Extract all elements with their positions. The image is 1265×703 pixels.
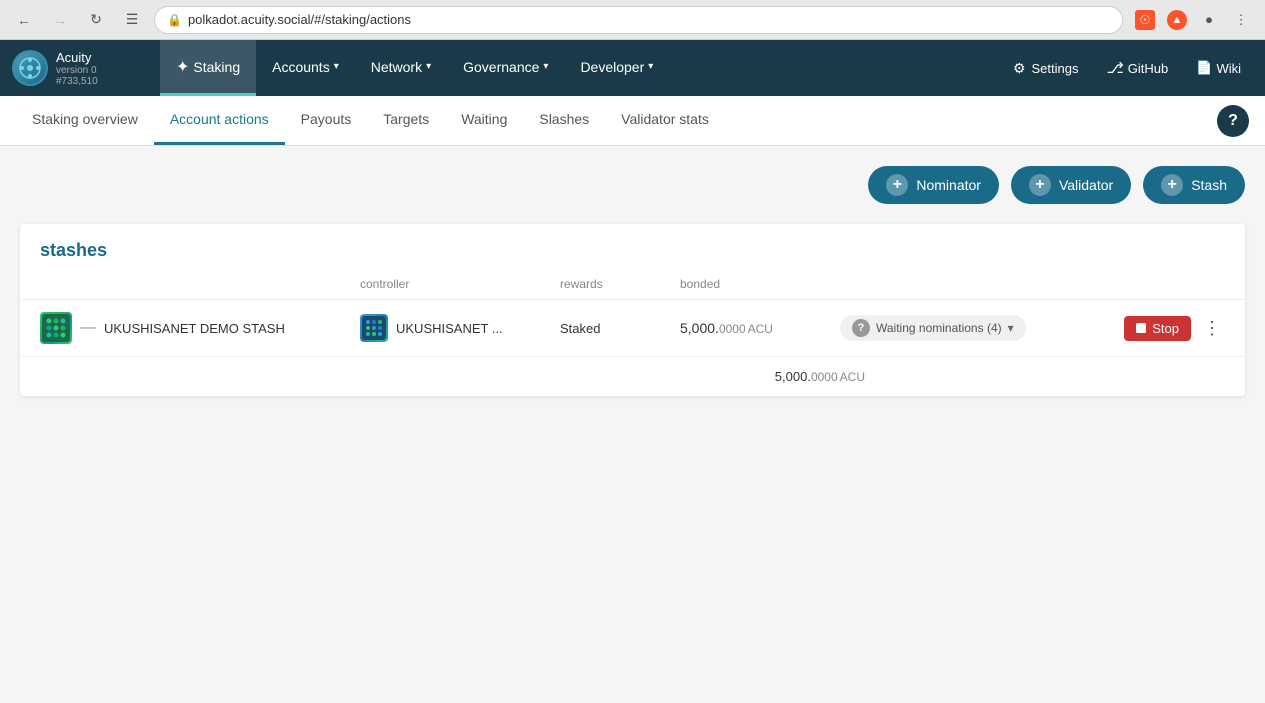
nominator-plus-icon: + xyxy=(886,174,908,196)
total-amount: 5,000.0000ACU xyxy=(775,369,865,384)
col-header-rewards: rewards xyxy=(560,277,680,291)
browser-extensions: ☉ ▲ ● ⋮ xyxy=(1131,6,1255,34)
forward-button[interactable]: → xyxy=(46,6,74,34)
validator-plus-icon: + xyxy=(1029,174,1051,196)
logo-section[interactable]: Acuity version 0 #733,510 xyxy=(0,40,160,96)
stash-dash-icon: — xyxy=(80,319,96,337)
table-row: — UKUSHISANET DEMO STASH xyxy=(20,300,1245,357)
nav-item-staking[interactable]: ✦ Staking xyxy=(160,40,256,96)
logo-icon xyxy=(12,50,48,86)
lock-icon: 🔒 xyxy=(167,13,182,27)
stash-button[interactable]: + Stash xyxy=(1143,166,1245,204)
developer-dropdown-arrow: ▾ xyxy=(648,61,653,72)
nav-links: ⎇ GitHub 📄 Wiki xyxy=(1095,53,1254,83)
validator-button[interactable]: + Validator xyxy=(1011,166,1131,204)
back-button[interactable]: ← xyxy=(10,6,38,34)
settings-gear-icon: ⚙ xyxy=(1013,60,1026,77)
top-nav: Acuity version 0 #733,510 ✦ Staking Acco… xyxy=(0,40,1265,96)
sub-tabs: Staking overview Account actions Payouts… xyxy=(0,96,1265,146)
nav-right: ⚙ Settings ⎇ GitHub 📄 Wiki xyxy=(989,53,1265,83)
url-text: polkadot.acuity.social/#/staking/actions xyxy=(188,12,411,27)
nominator-button[interactable]: + Nominator xyxy=(868,166,999,204)
help-button[interactable]: ? xyxy=(1217,105,1249,137)
wiki-icon: 📄 xyxy=(1196,60,1212,76)
address-bar[interactable]: 🔒 polkadot.acuity.social/#/staking/actio… xyxy=(154,6,1123,34)
tab-validator-stats[interactable]: Validator stats xyxy=(605,96,725,145)
tab-payouts[interactable]: Payouts xyxy=(285,96,368,145)
reload-button[interactable]: ↻ xyxy=(82,6,110,34)
stashes-card: stashes controller rewards bonded xyxy=(20,224,1245,396)
bookmark-button[interactable]: ☰ xyxy=(118,6,146,34)
more-options-button[interactable]: ⋮ xyxy=(1199,314,1225,343)
bonded-amount: 5,000.0000ACU xyxy=(680,320,773,336)
status-expand-icon[interactable]: ▾ xyxy=(1008,321,1014,335)
menu-button[interactable]: ⋮ xyxy=(1227,6,1255,34)
main-content: + Nominator + Validator + Stash stashes … xyxy=(0,146,1265,646)
stashes-title: stashes xyxy=(40,240,1225,261)
status-badge: ? Waiting nominations (4) ▾ xyxy=(840,315,1026,341)
stashes-header: stashes xyxy=(20,224,1245,269)
governance-dropdown-arrow: ▾ xyxy=(543,61,548,72)
stash-name: UKUSHISANET DEMO STASH xyxy=(104,321,285,336)
nav-item-network[interactable]: Network ▾ xyxy=(355,40,447,96)
row-actions: Stop ⋮ xyxy=(1124,314,1225,343)
controller-cell: UKUSHISANET ... xyxy=(360,314,560,342)
rewards-cell: Staked xyxy=(560,321,680,336)
stop-button[interactable]: Stop xyxy=(1124,316,1191,341)
action-buttons: + Nominator + Validator + Stash xyxy=(20,166,1245,204)
tab-account-actions[interactable]: Account actions xyxy=(154,96,285,145)
stash-identicon xyxy=(40,312,72,344)
network-dropdown-arrow: ▾ xyxy=(426,61,431,72)
col-header-bonded: bonded xyxy=(680,277,840,291)
nav-item-governance[interactable]: Governance ▾ xyxy=(447,40,564,96)
tab-waiting[interactable]: Waiting xyxy=(445,96,523,145)
status-cell: ? Waiting nominations (4) ▾ xyxy=(840,315,1124,341)
nav-item-developer[interactable]: Developer ▾ xyxy=(564,40,669,96)
brave-rewards-icon: ▲ xyxy=(1167,10,1187,30)
col-header-status xyxy=(840,277,1125,291)
settings-button[interactable]: ⚙ Settings xyxy=(1001,54,1091,83)
tab-targets[interactable]: Targets xyxy=(367,96,445,145)
stash-identity: — UKUSHISANET DEMO STASH xyxy=(40,312,360,344)
controller-identicon xyxy=(360,314,388,342)
bonded-cell: 5,000.0000ACU xyxy=(680,320,840,336)
brave-shield-icon: ☉ xyxy=(1135,10,1155,30)
nav-items: ✦ Staking Accounts ▾ Network ▾ Governanc… xyxy=(160,40,989,96)
status-help-icon[interactable]: ? xyxy=(852,319,870,337)
total-row: 5,000.0000ACU xyxy=(20,357,1245,396)
status-label: Waiting nominations (4) xyxy=(876,321,1002,335)
github-icon: ⎇ xyxy=(1107,59,1124,77)
col-header-actions xyxy=(1125,277,1225,291)
brave-rewards-button[interactable]: ▲ xyxy=(1163,6,1191,34)
extensions-button[interactable]: ● xyxy=(1195,6,1223,34)
wiki-button[interactable]: 📄 Wiki xyxy=(1184,53,1253,83)
controller-name: UKUSHISANET ... xyxy=(396,321,503,336)
github-button[interactable]: ⎇ GitHub xyxy=(1095,53,1181,83)
stop-icon xyxy=(1136,323,1146,333)
accounts-dropdown-arrow: ▾ xyxy=(334,61,339,72)
browser-chrome: ← → ↻ ☰ 🔒 polkadot.acuity.social/#/staki… xyxy=(0,0,1265,40)
nav-item-accounts[interactable]: Accounts ▾ xyxy=(256,40,355,96)
col-header-controller: controller xyxy=(360,277,560,291)
brave-shield-button[interactable]: ☉ xyxy=(1131,6,1159,34)
table-header: controller rewards bonded xyxy=(20,269,1245,300)
col-header-stash xyxy=(40,277,360,291)
tab-staking-overview[interactable]: Staking overview xyxy=(16,96,154,145)
logo-text: Acuity version 0 #733,510 xyxy=(56,50,98,87)
stash-plus-icon: + xyxy=(1161,174,1183,196)
staking-icon: ✦ xyxy=(176,57,189,77)
tab-slashes[interactable]: Slashes xyxy=(523,96,605,145)
